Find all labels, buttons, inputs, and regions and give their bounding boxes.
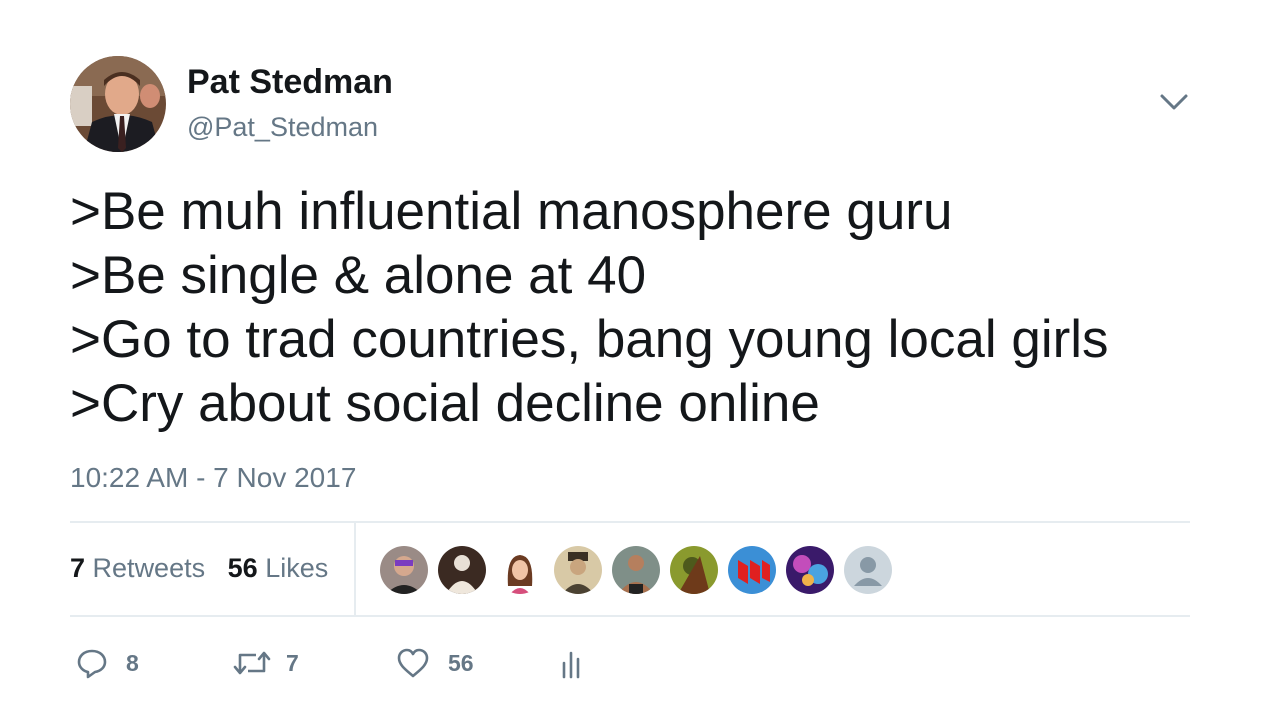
reply-count: 8 (126, 649, 139, 676)
tweet-timestamp[interactable]: 10:22 AM - 7 Nov 2017 (70, 461, 356, 495)
analytics-button[interactable] (560, 640, 584, 686)
analytics-icon (562, 651, 580, 679)
author-name[interactable]: Pat Stedman (187, 62, 393, 102)
retweets-stat[interactable]: 7 Retweets (70, 553, 205, 583)
tweet-line: >Cry about social decline online (70, 374, 820, 433)
liker-avatar[interactable] (380, 546, 428, 594)
author-avatar[interactable] (70, 56, 166, 152)
avatar-photo (70, 56, 166, 152)
retweets-label: Retweets (92, 553, 206, 583)
likes-count: 56 (227, 553, 258, 583)
liker-avatar[interactable] (612, 546, 660, 594)
liker-avatar[interactable] (670, 546, 718, 594)
like-button[interactable]: 56 (396, 640, 474, 686)
reply-icon (77, 649, 107, 679)
liker-avatar[interactable] (844, 546, 892, 594)
liker-avatar[interactable] (728, 546, 776, 594)
liker-avatar[interactable] (786, 546, 834, 594)
divider (70, 615, 1190, 617)
retweet-button[interactable]: 7 (232, 640, 299, 686)
likes-label: Likes (265, 553, 329, 583)
retweet-icon (233, 651, 271, 675)
liker-avatar[interactable] (438, 546, 486, 594)
reply-button[interactable]: 8 (76, 640, 139, 686)
tweet-action-bar: 8 7 56 (70, 640, 670, 686)
tweet-text: >Be muh influential manosphere guru >Be … (70, 180, 1220, 436)
retweets-count: 7 (70, 553, 86, 583)
tweet-line: >Go to trad countries, bang young local … (70, 310, 1109, 369)
retweet-count: 7 (286, 649, 299, 676)
tweet-stats: 7 Retweets 56 Likes (70, 550, 328, 586)
vertical-divider (354, 523, 356, 615)
author-handle[interactable]: @Pat_Stedman (187, 111, 378, 143)
liker-avatar[interactable] (496, 546, 544, 594)
likes-stat[interactable]: 56 Likes (228, 553, 329, 583)
tweet-line: >Be single & alone at 40 (70, 246, 647, 305)
like-count: 56 (448, 649, 474, 676)
tweet-line: >Be muh influential manosphere guru (70, 182, 953, 241)
heart-icon (397, 648, 429, 678)
liker-avatar[interactable] (554, 546, 602, 594)
divider (70, 521, 1190, 523)
more-options-chevron-down-icon[interactable] (1158, 90, 1190, 114)
